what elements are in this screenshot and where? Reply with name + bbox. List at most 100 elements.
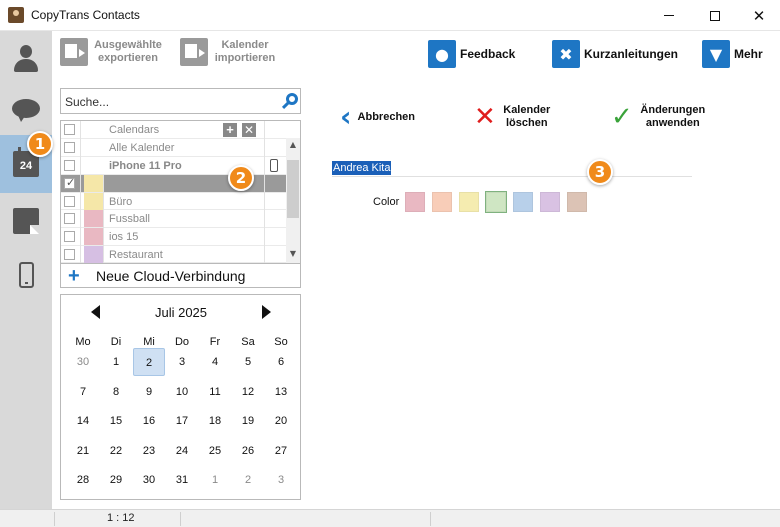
quick-guides-button[interactable]: ✖ Kurzanleitungen bbox=[552, 40, 678, 68]
tools-icon: ✖ bbox=[552, 40, 580, 68]
calendar-day[interactable]: 15 bbox=[100, 407, 132, 435]
calendar-day[interactable]: 14 bbox=[67, 407, 99, 435]
weekday-label: Fr bbox=[209, 336, 221, 348]
guides-label: Kurzanleitungen bbox=[584, 47, 679, 61]
calendar-color-swatch bbox=[84, 192, 103, 210]
calendar-day[interactable]: 25 bbox=[199, 437, 231, 465]
calendar-day[interactable]: 16 bbox=[133, 407, 165, 435]
calendar-day[interactable]: 19 bbox=[232, 407, 264, 435]
apply-changes-button[interactable]: ✓ Änderungen anwenden bbox=[611, 104, 709, 130]
calendar-day[interactable]: 11 bbox=[199, 378, 231, 406]
list-header: Calendars bbox=[109, 124, 160, 136]
calendar-day[interactable]: 3 bbox=[265, 466, 297, 494]
calendar-day[interactable]: 27 bbox=[265, 437, 297, 465]
all-calendars-checkbox[interactable] bbox=[64, 142, 75, 153]
calendar-day[interactable]: 17 bbox=[166, 407, 198, 435]
nav-devices[interactable] bbox=[0, 247, 52, 303]
calendar-day[interactable]: 8 bbox=[100, 378, 132, 406]
calendar-day[interactable]: 20 bbox=[265, 407, 297, 435]
calendar-checkbox[interactable] bbox=[64, 195, 75, 207]
close-button[interactable]: ✕ bbox=[736, 0, 780, 31]
color-swatch[interactable] bbox=[485, 191, 507, 213]
scroll-thumb[interactable] bbox=[287, 160, 299, 218]
color-swatch[interactable] bbox=[540, 192, 560, 212]
person-icon bbox=[12, 45, 40, 73]
calendar-day[interactable]: 31 bbox=[166, 466, 198, 494]
calendar-day[interactable]: 3 bbox=[166, 348, 198, 376]
import-calendar-button[interactable]: Kalender importieren bbox=[180, 38, 278, 66]
select-all-checkbox[interactable] bbox=[64, 124, 75, 135]
new-cloud-connection-button[interactable]: + Neue Cloud-Verbindung bbox=[60, 263, 301, 288]
search-box bbox=[60, 88, 301, 114]
calendar-day[interactable]: 30 bbox=[133, 466, 165, 494]
weekday-label: Sa bbox=[241, 336, 255, 348]
calendar-day[interactable]: 24 bbox=[166, 437, 198, 465]
checkmark-icon: ✓ bbox=[611, 102, 633, 132]
scroll-down-icon[interactable]: ▼ bbox=[286, 249, 300, 261]
color-swatch[interactable] bbox=[459, 192, 479, 212]
feedback-button[interactable]: ● Feedback bbox=[428, 40, 515, 68]
calendar-day[interactable]: 13 bbox=[265, 378, 297, 406]
calendar-day[interactable]: 29 bbox=[100, 466, 132, 494]
calendar-day[interactable]: 2 bbox=[232, 466, 264, 494]
calendar-checkbox[interactable] bbox=[64, 176, 75, 189]
phone-icon bbox=[270, 159, 278, 172]
calendar-day[interactable]: 18 bbox=[199, 407, 231, 435]
minimize-button[interactable] bbox=[646, 0, 692, 31]
export-icon bbox=[60, 38, 88, 66]
calendar-name-value: Andrea Kita bbox=[332, 161, 392, 175]
calendar-day[interactable]: 12 bbox=[232, 378, 264, 406]
delete-calendar-icon[interactable]: ✕ bbox=[242, 123, 256, 137]
calendar-day[interactable]: 4 bbox=[199, 348, 231, 376]
device-checkbox[interactable] bbox=[64, 160, 75, 171]
search-icon[interactable] bbox=[280, 92, 300, 112]
calendar-day[interactable]: 21 bbox=[67, 437, 99, 465]
color-swatch[interactable] bbox=[432, 192, 452, 212]
calendar-day[interactable]: 6 bbox=[265, 348, 297, 376]
calendar-day[interactable]: 28 bbox=[67, 466, 99, 494]
all-calendars-row[interactable]: Alle Kalender bbox=[61, 139, 286, 157]
calendar-day[interactable]: 2 bbox=[133, 348, 165, 376]
calendar-day[interactable]: 22 bbox=[100, 437, 132, 465]
calendar-day[interactable]: 7 bbox=[67, 378, 99, 406]
maximize-button[interactable] bbox=[692, 0, 738, 31]
calendar-row[interactable]: Restaurant bbox=[61, 245, 286, 263]
prev-month-icon[interactable] bbox=[91, 305, 100, 319]
calendar-day[interactable]: 30 bbox=[67, 348, 99, 376]
calendar-row[interactable]: Fussball bbox=[61, 210, 286, 229]
calendar-day[interactable]: 23 bbox=[133, 437, 165, 465]
add-calendar-icon[interactable]: + bbox=[223, 123, 237, 137]
nav-messages[interactable] bbox=[0, 83, 52, 139]
export-selected-button[interactable]: Ausgewählte exportieren bbox=[60, 38, 164, 66]
status-bar: 1 : 12 bbox=[0, 509, 780, 527]
calendar-day[interactable]: 1 bbox=[100, 348, 132, 376]
calendar-day[interactable]: 9 bbox=[133, 378, 165, 406]
calendar-name-field[interactable]: Andrea Kita bbox=[332, 160, 692, 177]
scroll-up-icon[interactable]: ▲ bbox=[286, 140, 300, 152]
maximize-icon bbox=[710, 10, 720, 21]
calendar-checkbox[interactable] bbox=[64, 248, 75, 260]
calendar-day[interactable]: 26 bbox=[232, 437, 264, 465]
window-title: CopyTrans Contacts bbox=[31, 8, 140, 22]
calendar-checkbox[interactable] bbox=[64, 231, 75, 243]
nav-notes[interactable] bbox=[0, 193, 52, 249]
left-navigation: 24 bbox=[0, 31, 52, 509]
calendar-day[interactable]: 5 bbox=[232, 348, 264, 376]
calendar-row[interactable]: Büro bbox=[61, 192, 286, 211]
more-button[interactable]: ▼ Mehr bbox=[702, 40, 763, 68]
calendar-row[interactable]: ios 15 bbox=[61, 228, 286, 247]
list-scrollbar[interactable]: ▲ ▼ bbox=[286, 138, 300, 263]
delete-calendar-button[interactable]: ✕ Kalender löschen bbox=[474, 104, 554, 130]
next-month-icon[interactable] bbox=[262, 305, 271, 319]
color-swatch[interactable] bbox=[405, 192, 425, 212]
calendar-checkbox[interactable] bbox=[64, 213, 75, 225]
plus-icon: + bbox=[68, 264, 80, 287]
calendar-day[interactable]: 1 bbox=[199, 466, 231, 494]
device-label: iPhone 11 Pro bbox=[109, 160, 182, 172]
color-swatch[interactable] bbox=[567, 192, 587, 212]
color-swatch[interactable] bbox=[513, 192, 533, 212]
nav-contacts[interactable] bbox=[0, 31, 52, 87]
cancel-button[interactable]: ‹ Abbrechen bbox=[340, 103, 415, 131]
search-input[interactable] bbox=[65, 93, 275, 111]
calendar-day[interactable]: 10 bbox=[166, 378, 198, 406]
